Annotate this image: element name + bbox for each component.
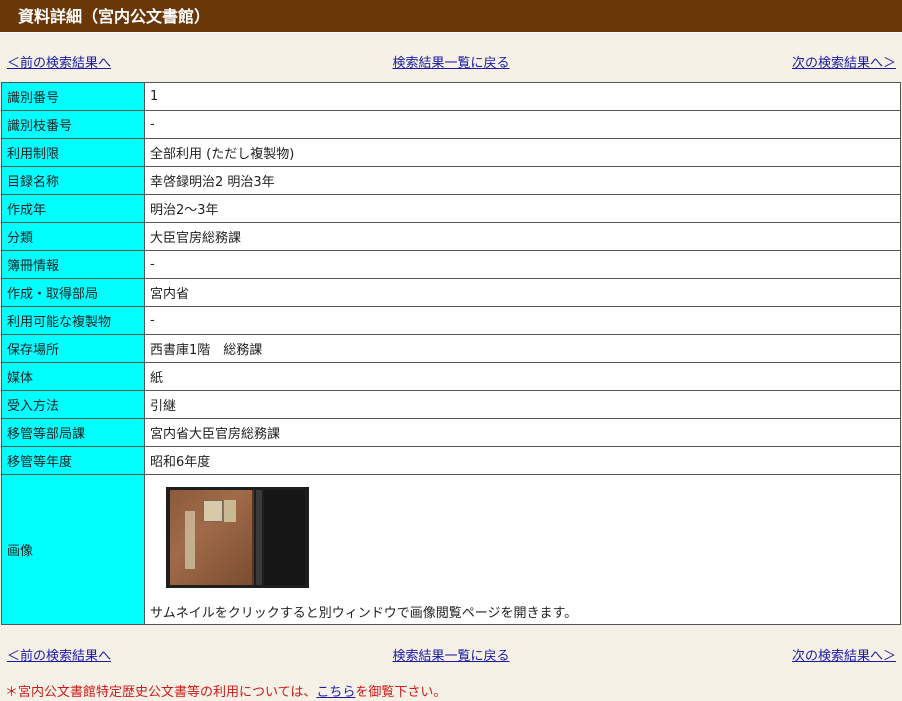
detail-label: 目録名称 bbox=[1, 166, 145, 195]
detail-value: 明治2～3年 bbox=[144, 194, 901, 223]
page-title: 資料詳細（宮内公文書館） bbox=[0, 0, 902, 33]
back-to-list-link-bottom[interactable]: 検索結果一覧に戻る bbox=[392, 649, 509, 664]
back-to-list-link[interactable]: 検索結果一覧に戻る bbox=[392, 56, 509, 71]
detail-row: 簿冊情報 - bbox=[1, 250, 901, 279]
detail-label: 利用制限 bbox=[1, 138, 145, 167]
detail-value: - bbox=[144, 110, 901, 139]
detail-value: 大臣官房総務課 bbox=[144, 222, 901, 251]
detail-label: 移管等部局課 bbox=[1, 418, 145, 447]
detail-label: 分類 bbox=[1, 222, 145, 251]
detail-label: 作成・取得部局 bbox=[1, 278, 145, 307]
detail-value: 西書庫1階 総務課 bbox=[144, 334, 901, 363]
thumbnail-caption: サムネイルをクリックすると別ウィンドウで画像閲覧ページを開きます。 bbox=[150, 605, 578, 621]
detail-value: 宮内省大臣官房総務課 bbox=[144, 418, 901, 447]
detail-value: 紙 bbox=[144, 362, 901, 391]
detail-row: 利用制限 全部利用 (ただし複製物) bbox=[1, 138, 901, 167]
detail-label: 移管等年度 bbox=[1, 446, 145, 475]
detail-row: 作成年 明治2～3年 bbox=[1, 194, 901, 223]
image-row: 画像 サムネイルをクリックすると別ウィンドウで画像閲覧ページを開きます。 bbox=[1, 474, 901, 625]
thumbnail-spine-label bbox=[185, 510, 195, 569]
detail-value: 宮内省 bbox=[144, 278, 901, 307]
detail-label: 作成年 bbox=[1, 194, 145, 223]
detail-row: 保存場所 西書庫1階 総務課 bbox=[1, 334, 901, 363]
thumbnail-spine bbox=[256, 489, 262, 585]
prev-result-link-bottom[interactable]: ＜前の検索結果へ bbox=[7, 645, 111, 664]
detail-row: 分類 大臣官房総務課 bbox=[1, 222, 901, 251]
detail-value: - bbox=[144, 306, 901, 335]
detail-row: 作成・取得部局 宮内省 bbox=[1, 278, 901, 307]
image-cell: サムネイルをクリックすると別ウィンドウで画像閲覧ページを開きます。 bbox=[144, 474, 901, 625]
next-result-link-bottom[interactable]: 次の検索結果へ＞ bbox=[792, 645, 896, 664]
detail-value: 1 bbox=[144, 82, 901, 111]
usage-note: ＊宮内公文書館特定歴史公文書等の利用については、こちらを御覧下さい。 bbox=[5, 681, 446, 700]
usage-note-prefix: ＊宮内公文書館特定歴史公文書等の利用については、 bbox=[5, 685, 317, 700]
detail-label: 識別枝番号 bbox=[1, 110, 145, 139]
detail-row: 識別枝番号 - bbox=[1, 110, 901, 139]
detail-label: 利用可能な複製物 bbox=[1, 306, 145, 335]
detail-value: 幸啓録明治2 明治3年 bbox=[144, 166, 901, 195]
detail-row: 識別番号 1 bbox=[1, 82, 901, 111]
thumbnail-side-slip bbox=[224, 499, 236, 522]
detail-row: 移管等年度 昭和6年度 bbox=[1, 446, 901, 475]
detail-row: 利用可能な複製物 - bbox=[1, 306, 901, 335]
detail-table: 識別番号 1 識別枝番号 - 利用制限 全部利用 (ただし複製物) 目録名称 幸啓録明治… bbox=[1, 82, 901, 625]
detail-row: 移管等部局課 宮内省大臣官房総務課 bbox=[1, 418, 901, 447]
usage-info-link[interactable]: こちら bbox=[316, 685, 355, 700]
detail-value: 引継 bbox=[144, 390, 901, 419]
top-navigation: ＜前の検索結果へ 検索結果一覧に戻る 次の検索結果へ＞ bbox=[0, 51, 902, 71]
prev-result-link[interactable]: ＜前の検索結果へ bbox=[7, 52, 111, 71]
detail-label: 識別番号 bbox=[1, 82, 145, 111]
image-label: 画像 bbox=[1, 474, 145, 625]
usage-note-suffix: を御覧下さい。 bbox=[355, 685, 447, 700]
detail-value: - bbox=[144, 250, 901, 279]
detail-value: 昭和6年度 bbox=[144, 446, 901, 475]
bottom-navigation: ＜前の検索結果へ 検索結果一覧に戻る 次の検索結果へ＞ bbox=[0, 644, 902, 664]
detail-row: 目録名称 幸啓録明治2 明治3年 bbox=[1, 166, 901, 195]
detail-value: 全部利用 (ただし複製物) bbox=[144, 138, 901, 167]
detail-label: 受入方法 bbox=[1, 390, 145, 419]
document-thumbnail[interactable] bbox=[166, 486, 309, 588]
thumbnail-back-cover bbox=[264, 489, 305, 585]
detail-row: 媒体紙 bbox=[1, 362, 901, 391]
next-result-link[interactable]: 次の検索結果へ＞ bbox=[792, 52, 896, 71]
detail-label: 簿冊情報 bbox=[1, 250, 145, 279]
thumbnail-title-slip bbox=[203, 499, 223, 522]
detail-label: 媒体 bbox=[1, 362, 145, 391]
detail-row: 受入方法 引継 bbox=[1, 390, 901, 419]
detail-label: 保存場所 bbox=[1, 334, 145, 363]
